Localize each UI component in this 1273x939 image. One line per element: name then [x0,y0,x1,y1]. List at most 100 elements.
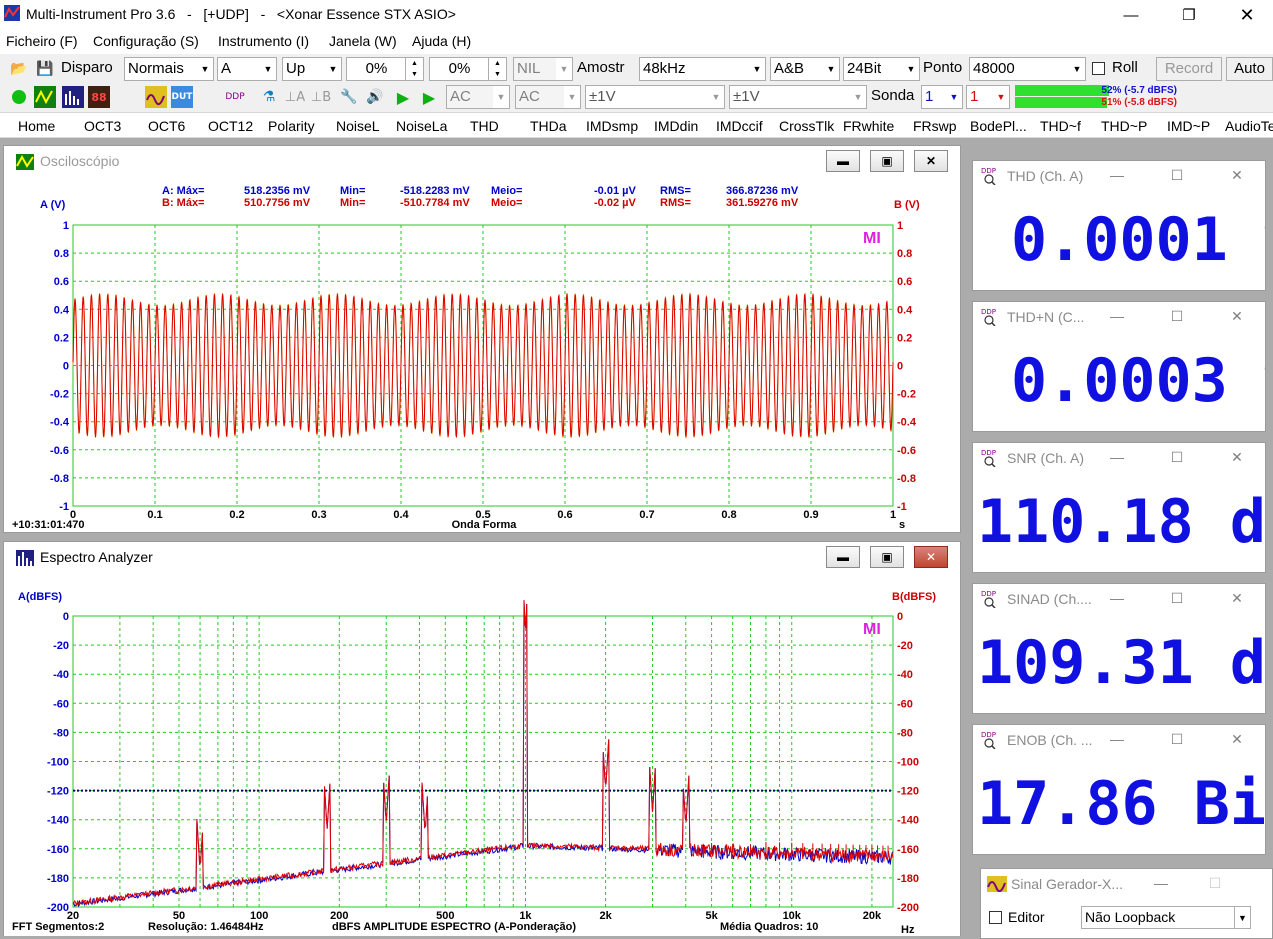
maximize-button[interactable]: ☐ [1165,588,1189,608]
close-button[interactable]: ✕ [914,150,948,172]
range-b-select[interactable]: ±1V ▼ [729,85,867,109]
meter-titlebar[interactable]: DDP THD+N (C... — ☐ ✕ [973,302,1265,332]
signal-generator-icon[interactable] [145,86,167,108]
function-bodeplot[interactable]: BodePl... [970,118,1027,134]
function-frswp[interactable]: FRswp [913,118,957,134]
spin-up-icon[interactable]: ▲ [488,58,506,69]
function-home[interactable]: Home [18,118,55,134]
pre-trigger-spinner[interactable]: 0% ▲ ▼ [429,57,507,81]
function-frwhite[interactable]: FRwhite [843,118,894,134]
play-icon[interactable]: ▶ [392,86,414,108]
restore-button[interactable]: ▣ [870,546,904,568]
menu-help[interactable]: Ajuda (H) [412,33,471,49]
minimize-button[interactable]: — [1105,447,1129,467]
maximize-button[interactable]: ☐ [1203,873,1227,893]
maximize-button[interactable]: ❐ [1160,0,1218,30]
maximize-button[interactable]: ☐ [1165,306,1189,326]
probe-icon[interactable]: 🔧 [338,86,360,108]
minimize-button[interactable]: — [1105,729,1129,749]
function-noisel[interactable]: NoiseL [336,118,380,134]
minimize-button[interactable]: — [1105,165,1129,185]
function-oct3[interactable]: OCT3 [84,118,121,134]
function-polarity[interactable]: Polarity [268,118,315,134]
trigger-edge-select[interactable]: Up ▼ [282,57,342,81]
probe-a-select[interactable]: 1 ▼ [921,85,963,109]
play-step-icon[interactable]: ▶ [418,86,440,108]
trigger-channel-select[interactable]: A ▼ [217,57,277,81]
probe-b-select[interactable]: 1 ▼ [966,85,1010,109]
function-imdccif[interactable]: IMDccif [716,118,763,134]
function-imd-p[interactable]: IMD~P [1167,118,1210,134]
editor-checkbox[interactable] [989,911,1002,924]
range-a-select[interactable]: ±1V ▼ [585,85,725,109]
spectrum-plot[interactable]: A(dBFS) B(dBFS)20 50 100 200 500 1k 2k 5k 10k 20k0… [4,574,960,936]
menu-file[interactable]: Ficheiro (F) [6,33,78,49]
function-audiotest[interactable]: AudioTe [1225,118,1273,134]
close-button[interactable]: ✕ [1225,588,1249,608]
meter-titlebar[interactable]: DDP ENOB (Ch. ... — ☐ ✕ [973,725,1265,755]
trigger-level-spinner[interactable]: 0% ▲ ▼ [346,57,424,81]
close-button[interactable]: ✕ [1225,729,1249,749]
close-button[interactable]: ✕ [1225,447,1249,467]
function-imddin[interactable]: IMDdin [654,118,698,134]
minimize-button[interactable]: — [1102,0,1160,30]
coupling-b-select[interactable]: AC ▼ [515,85,581,109]
function-oct6[interactable]: OCT6 [148,118,185,134]
generator-titlebar[interactable]: Sinal Gerador-X... — ☐ [981,869,1272,899]
dut-icon[interactable]: DUT [171,86,193,108]
sample-rate-select[interactable]: 48kHz ▼ [639,57,766,81]
function-thda[interactable]: THDa [530,118,567,134]
function-thd[interactable]: THD [470,118,499,134]
minimize-button[interactable]: ▬ [826,150,860,172]
function-thd-p[interactable]: THD~P [1101,118,1147,134]
maximize-button[interactable]: ☐ [1165,165,1189,185]
function-thd-f[interactable]: THD~f [1040,118,1081,134]
calibration-icon[interactable]: ⚗ [258,86,280,108]
minimize-button[interactable]: — [1105,306,1129,326]
spectrum-titlebar[interactable]: Espectro Analyzer ▬ ▣ ✕ [4,542,960,572]
save-icon[interactable]: 💾 [34,58,56,80]
channel-select[interactable]: A&B ▼ [770,57,840,81]
function-noisela[interactable]: NoiseLa [396,118,447,134]
minimize-button[interactable]: — [1149,873,1173,893]
close-button[interactable]: ✕ [1218,0,1273,30]
maximize-button[interactable]: ☐ [1165,729,1189,749]
ddp-zoom-icon[interactable]: DDP [224,86,246,108]
spin-down-icon[interactable]: ▼ [405,69,423,80]
restore-button[interactable]: ▣ [870,150,904,172]
speaker-icon[interactable]: 🔊 [364,86,386,108]
points-select[interactable]: 48000 ▼ [969,57,1086,81]
function-crosstlk[interactable]: CrossTlk [779,118,834,134]
coupling-a-select[interactable]: AC ▼ [446,85,510,109]
bit-depth-select[interactable]: 24Bit ▼ [843,57,920,81]
spin-up-icon[interactable]: ▲ [405,58,423,69]
spectrum-analyzer-icon[interactable] [62,86,84,108]
open-folder-icon[interactable]: 📂 [8,58,30,80]
cursor-b-icon[interactable]: ⊥B [310,86,332,108]
minimize-button[interactable]: — [1105,588,1129,608]
record-button[interactable]: Record [1156,57,1222,81]
oscilloscope-titlebar[interactable]: Osciloscópio ▬ ▣ ✕ [4,146,960,176]
multimeter-icon[interactable]: 88 [88,86,110,108]
close-button[interactable]: ✕ [1225,165,1249,185]
menu-window[interactable]: Janela (W) [329,33,397,49]
auto-button[interactable]: Auto [1226,57,1273,81]
meter-titlebar[interactable]: DDP THD (Ch. A) — ☐ ✕ [973,161,1265,191]
menu-settings[interactable]: Configuração (S) [93,33,199,49]
function-oct12[interactable]: OCT12 [208,118,253,134]
loopback-select[interactable]: Não Loopback ▼ [1081,906,1251,929]
close-button[interactable]: ✕ [914,546,948,568]
meter-titlebar[interactable]: DDP SINAD (Ch.... — ☐ ✕ [973,584,1265,614]
oscilloscope-plot[interactable]: A: Máx= 518.2356 mV Min= -518.2283 mV Meio= -… [4,178,960,532]
roll-checkbox[interactable] [1092,62,1105,75]
nil-select[interactable]: NIL ▼ [513,57,573,81]
maximize-button[interactable]: ☐ [1165,447,1189,467]
run-indicator-icon[interactable] [8,86,30,108]
trigger-mode-select[interactable]: Normais ▼ [124,57,214,81]
function-imdsmp[interactable]: IMDsmp [586,118,638,134]
close-button[interactable]: ✕ [1225,306,1249,326]
meter-titlebar[interactable]: DDP SNR (Ch. A) — ☐ ✕ [973,443,1265,473]
cursor-a-icon[interactable]: ⊥A [284,86,306,108]
oscilloscope-icon[interactable] [34,86,56,108]
spin-down-icon[interactable]: ▼ [488,69,506,80]
